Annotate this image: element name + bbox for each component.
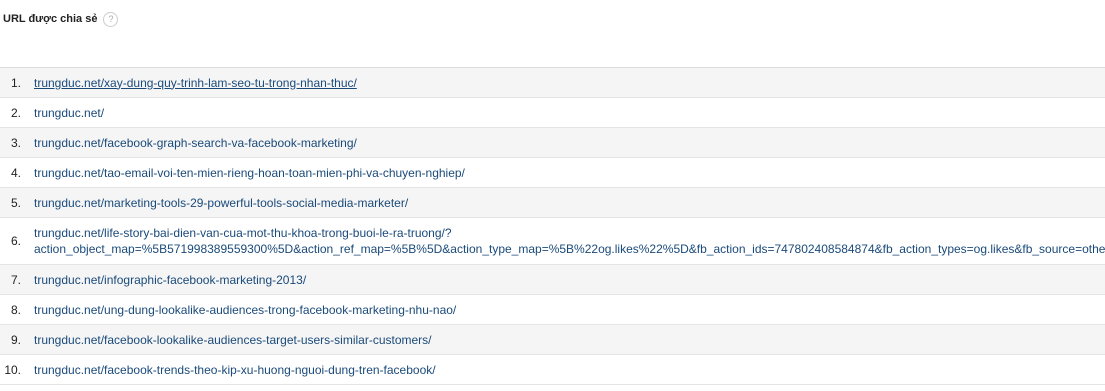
section-title: URL được chia sẻ — [3, 13, 98, 25]
row-index: 8. — [10, 302, 21, 317]
table-row: 5. trungduc.net/marketing-tools-29-power… — [0, 188, 1105, 218]
row-url-link[interactable]: trungduc.net/xay-dung-quy-trinh-lam-seo-… — [34, 76, 357, 90]
row-url-line: trungduc.net/life-story-bai-dien-van-cua… — [34, 226, 452, 240]
row-index: 2. — [10, 105, 21, 120]
row-index: 6. — [10, 234, 21, 248]
row-url-link[interactable]: trungduc.net/facebook-graph-search-va-fa… — [34, 136, 357, 150]
row-url-link[interactable]: trungduc.net/ — [34, 106, 104, 120]
row-url-link[interactable]: trungduc.net/infographic-facebook-market… — [34, 273, 306, 287]
row-url-link[interactable]: trungduc.net/facebook-lookalike-audience… — [34, 333, 432, 347]
row-index: 5. — [10, 195, 21, 210]
row-index: 1. — [10, 75, 21, 90]
table-row: 4. trungduc.net/tao-email-voi-ten-mien-r… — [0, 158, 1105, 188]
row-url-link[interactable]: trungduc.net/ung-dung-lookalike-audience… — [34, 303, 456, 317]
row-url-link[interactable]: trungduc.net/marketing-tools-29-powerful… — [34, 196, 408, 210]
row-index: 3. — [10, 135, 21, 150]
section-header: URL được chia sẻ ? — [3, 10, 119, 28]
row-index: 9. — [10, 332, 21, 347]
row-url-link[interactable]: trungduc.net/life-story-bai-dien-van-cua… — [34, 225, 1105, 257]
table-row: 9. trungduc.net/facebook-lookalike-audie… — [0, 325, 1105, 355]
table-row: 2. trungduc.net/ — [0, 98, 1105, 128]
table-row: 8. trungduc.net/ung-dung-lookalike-audie… — [0, 295, 1105, 325]
help-icon[interactable]: ? — [103, 11, 119, 27]
row-index: 4. — [10, 165, 21, 180]
table-row: 3. trungduc.net/facebook-graph-search-va… — [0, 128, 1105, 158]
table-row: 6. trungduc.net/life-story-bai-dien-van-… — [0, 218, 1105, 265]
table-row: 7. trungduc.net/infographic-facebook-mar… — [0, 265, 1105, 295]
table-row: 10. trungduc.net/facebook-trends-theo-ki… — [0, 355, 1105, 385]
row-url-link[interactable]: trungduc.net/tao-email-voi-ten-mien-rien… — [34, 166, 465, 180]
shared-url-table: 1. trungduc.net/xay-dung-quy-trinh-lam-s… — [0, 67, 1105, 385]
row-url-line: action_object_map=%5B571998389559300%5D&… — [34, 242, 1105, 256]
row-url-link[interactable]: trungduc.net/facebook-trends-theo-kip-xu… — [34, 363, 436, 377]
row-index: 10. — [4, 362, 21, 377]
row-index: 7. — [10, 272, 21, 287]
table-row: 1. trungduc.net/xay-dung-quy-trinh-lam-s… — [0, 68, 1105, 98]
